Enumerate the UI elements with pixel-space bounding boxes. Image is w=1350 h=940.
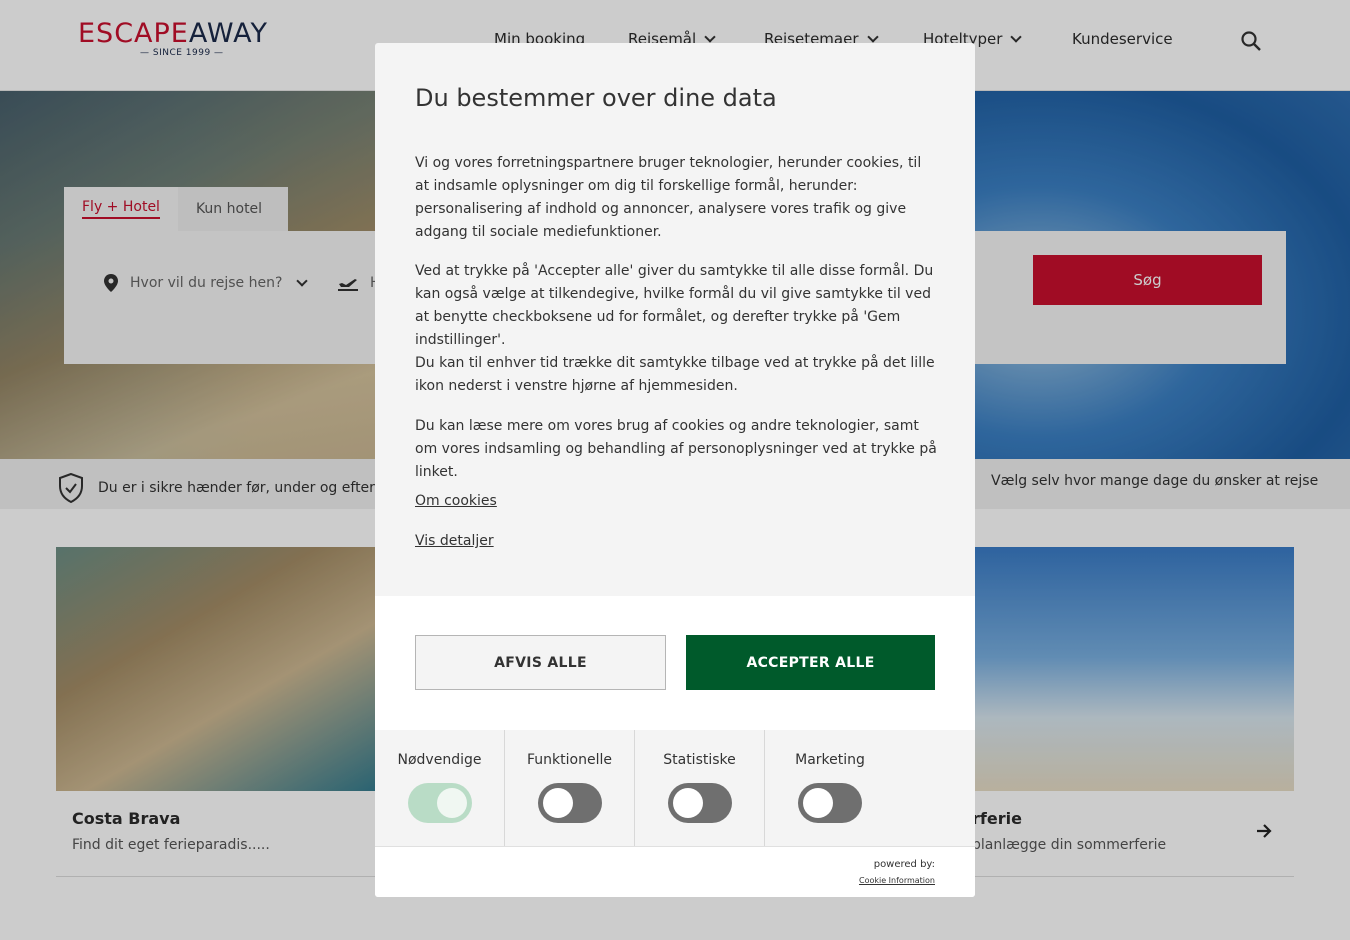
category-label: Statistiske [663,752,736,768]
show-details-link[interactable]: Vis detaljer [415,533,494,549]
about-cookies-link[interactable]: Om cookies [415,493,497,509]
consent-paragraph-more: Du kan læse mere om vores brug af cookie… [415,418,937,480]
toggle-knob [803,788,833,818]
necessary-toggle [408,783,472,823]
marketing-toggle[interactable] [798,783,862,823]
reject-all-button[interactable]: AFVIS ALLE [415,635,666,690]
category-label: Marketing [795,752,865,768]
toggle-knob [673,788,703,818]
dialog-title: Du bestemmer over dine data [415,84,777,112]
powered-by-label: powered by: [873,859,935,870]
category-label: Funktionelle [527,752,612,768]
accept-all-button[interactable]: ACCEPTER ALLE [686,635,935,690]
consent-paragraph-intro: Vi og vores forretningspartnere bruger t… [415,155,922,240]
category-statistics: Statistiske [635,730,765,846]
consent-button-area: AFVIS ALLE ACCEPTER ALLE [375,596,975,730]
category-label: Nødvendige [397,752,482,768]
consent-categories: Nødvendige Funktionelle Statistiske Mark… [375,730,975,846]
toggle-knob [437,788,467,818]
consent-paragraph-accept: Ved at trykke på 'Accepter alle' giver d… [415,263,934,348]
category-necessary: Nødvendige [375,730,505,846]
toggle-knob [543,788,573,818]
cookie-consent-dialog: Du bestemmer over dine data Vi og vores … [375,43,975,897]
category-marketing: Marketing [765,730,895,846]
cookie-information-link[interactable]: Cookie Information [859,876,935,885]
statistics-toggle[interactable] [668,783,732,823]
consent-paragraph-withdraw: Du kan til enhver tid trække dit samtykk… [415,355,935,394]
functional-toggle[interactable] [538,783,602,823]
consent-footer: powered by: Cookie Information [375,846,975,897]
category-functional: Funktionelle [505,730,635,846]
